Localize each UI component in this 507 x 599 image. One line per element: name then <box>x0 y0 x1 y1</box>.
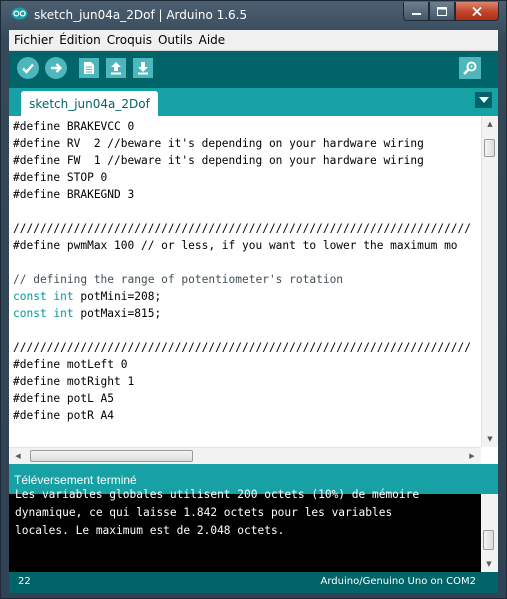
menu-edition[interactable]: Édition <box>56 33 104 47</box>
code-line: #define RV 2 //beware it's depending on … <box>13 137 424 150</box>
menu-croquis[interactable]: Croquis <box>104 33 155 47</box>
upload-button[interactable] <box>45 57 67 79</box>
close-button[interactable] <box>455 2 499 21</box>
open-button[interactable] <box>106 58 126 78</box>
code-line: #define FW 1 //beware it's depending on … <box>13 154 424 167</box>
code-line: ////////////////////////////////////////… <box>13 222 472 235</box>
code-line: #define potL A5 <box>13 392 115 405</box>
maximize-button[interactable] <box>429 2 455 21</box>
code-line: #define BRAKEVCC 0 <box>13 120 135 133</box>
console-line: dynamique, ce qui laisse 1.842 octets po… <box>15 506 393 519</box>
save-icon <box>138 62 148 75</box>
console-output[interactable]: Les variables globales utilisent 200 oct… <box>9 488 498 572</box>
editor-vertical-scrollbar[interactable]: ▲ ▼ <box>481 116 498 447</box>
tab-bar: sketch_jun04a_2Dof <box>9 88 498 116</box>
board-port-label: Arduino/Genuino Uno on COM2 <box>320 576 477 587</box>
editor-horizontal-scrollbar[interactable]: ◀ ▶ <box>9 447 481 464</box>
code-line: ////////////////////////////////////////… <box>13 341 472 354</box>
serial-monitor-icon <box>463 61 477 75</box>
editor-vertical-scroll-thumb[interactable] <box>484 139 495 157</box>
menu-aide[interactable]: Aide <box>196 33 229 47</box>
serial-monitor-button[interactable] <box>459 57 481 79</box>
maximize-icon <box>437 6 447 16</box>
tab-menu-button[interactable] <box>475 92 492 108</box>
code-line: #define motRight 1 <box>13 375 135 388</box>
code-line: #define motLeft 0 <box>13 358 128 371</box>
code-line: const int potMini=208; <box>13 290 162 303</box>
menu-bar: Fichier Édition Croquis Outils Aide <box>9 30 498 51</box>
chevron-down-icon <box>478 97 489 103</box>
open-icon <box>111 62 121 75</box>
code-line: #define BRAKEGND 3 <box>13 188 135 201</box>
app-window: sketch_jun04a_2Dof | Arduino 1.6.5 Fichi… <box>0 0 507 599</box>
console-scrollbar[interactable]: ▼ <box>481 494 498 572</box>
minimize-icon <box>411 12 421 15</box>
upload-icon <box>51 63 63 73</box>
menu-fichier[interactable]: Fichier <box>9 33 56 47</box>
footer-bar: 22 Arduino/Genuino Uno on COM2 <box>9 572 498 593</box>
tab-sketch[interactable]: sketch_jun04a_2Dof <box>21 91 158 116</box>
title-bar[interactable]: sketch_jun04a_2Dof | Arduino 1.6.5 <box>1 1 506 29</box>
minimize-button[interactable] <box>403 2 429 21</box>
new-icon <box>84 62 94 74</box>
console-scroll-thumb[interactable] <box>483 530 494 550</box>
menu-outils[interactable]: Outils <box>155 33 196 47</box>
arduino-logo-icon <box>11 7 28 20</box>
console-line: locales. Le maximum est de 2.048 octets. <box>15 524 285 537</box>
console-text: Les variables globales utilisent 200 oct… <box>15 486 475 540</box>
status-message: Téléversement terminé <box>14 473 137 487</box>
app-client-area: Fichier Édition Croquis Outils Aide sket… <box>9 30 498 593</box>
console-line: Les variables globales utilisent 200 oct… <box>15 488 420 501</box>
code-line: #define STOP 0 <box>13 171 108 184</box>
scroll-up-icon[interactable]: ▲ <box>482 116 498 132</box>
current-line-number: 22 <box>18 576 31 587</box>
code-editor[interactable]: #define BRAKEVCC 0 #define RV 2 //beware … <box>9 116 498 464</box>
close-icon <box>472 6 482 16</box>
console-scroll-down-icon[interactable]: ▼ <box>481 556 497 572</box>
code-line: const int potMaxi=815; <box>13 307 162 320</box>
code-line: // defining the range of potentiometer's… <box>13 273 344 286</box>
code-area[interactable]: #define BRAKEVCC 0 #define RV 2 //beware … <box>13 118 481 444</box>
save-button[interactable] <box>133 58 153 78</box>
toolbar <box>9 51 498 88</box>
code-line: #define pwmMax 100 // or less, if you wa… <box>13 239 458 252</box>
scroll-down-icon[interactable]: ▼ <box>482 431 498 447</box>
scroll-left-icon[interactable]: ◀ <box>10 448 26 464</box>
window-title: sketch_jun04a_2Dof | Arduino 1.6.5 <box>34 8 248 22</box>
editor-horizontal-scroll-thumb[interactable] <box>30 450 193 462</box>
verify-icon <box>22 63 34 74</box>
new-button[interactable] <box>79 58 99 78</box>
verify-button[interactable] <box>17 57 39 79</box>
code-line: #define potR A4 <box>13 409 115 422</box>
scroll-right-icon[interactable]: ▶ <box>464 448 480 464</box>
window-controls <box>403 2 499 21</box>
